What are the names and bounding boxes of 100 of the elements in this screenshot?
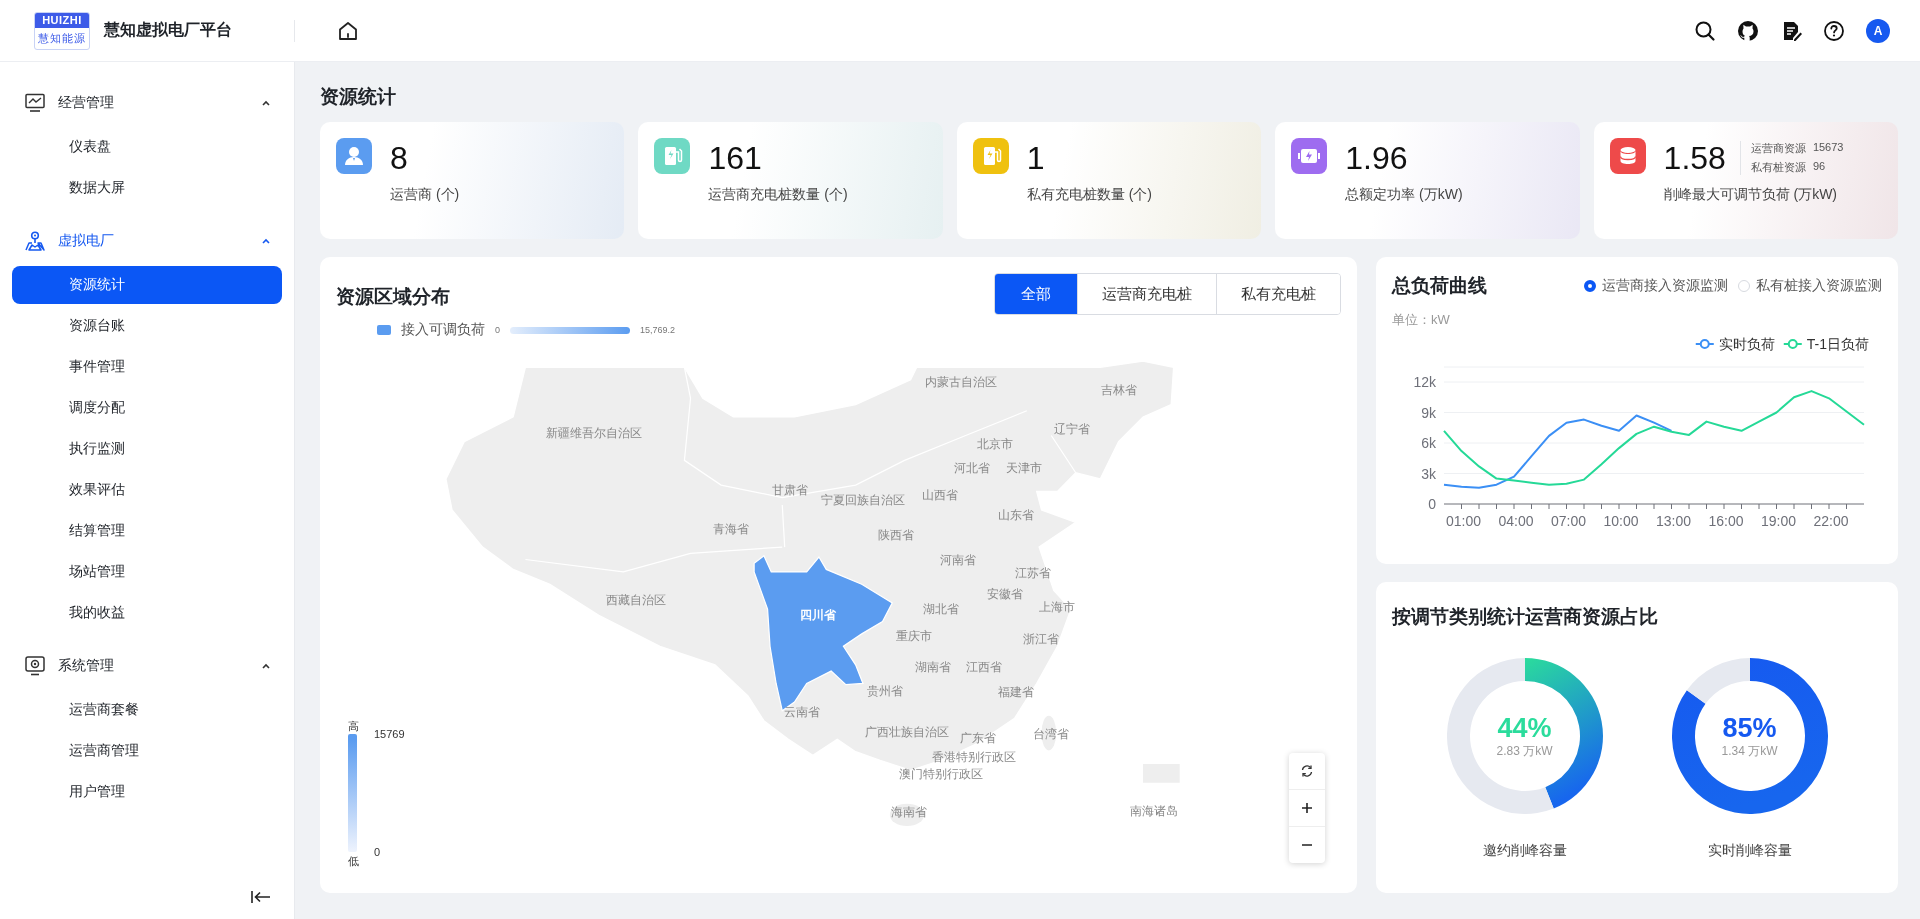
region-label: 云南省 — [783, 705, 820, 719]
region-label: 青海省 — [712, 521, 749, 536]
x-tick-label: 04:00 — [1498, 513, 1534, 529]
region-label: 河北省 — [953, 460, 990, 475]
amount-value: 2.83 万kW — [1496, 742, 1553, 760]
filter-tab[interactable]: 私有充电桩 — [1216, 274, 1340, 314]
percent-value: 44% — [1497, 712, 1552, 743]
scale-min: 0 — [374, 846, 382, 858]
y-tick-label: 3k — [1421, 465, 1436, 482]
menu-item[interactable]: 资源台账 — [12, 307, 282, 345]
menu-item[interactable]: 我的收益 — [12, 594, 282, 632]
scale-high-label: 高 — [348, 719, 360, 734]
menu-item[interactable]: 执行监测 — [12, 430, 282, 468]
legend-marker-icon — [1782, 339, 1803, 349]
avatar[interactable]: A — [1866, 18, 1890, 43]
menu-item[interactable]: 效果评估 — [12, 471, 282, 509]
gauge-label: 邀约削峰容量 — [1482, 842, 1567, 860]
legend-label: 实时负荷 — [1718, 336, 1775, 352]
app-title: 慧知虚拟电厂平台 — [104, 20, 232, 40]
radio[interactable] — [1584, 280, 1596, 292]
region-label: 天津市 — [1006, 460, 1043, 475]
scale-low-label: 低 — [348, 854, 360, 869]
region-label: 湖北省 — [923, 602, 960, 617]
y-tick-label: 6k — [1421, 435, 1436, 451]
region-label: 宁夏回族自治区 — [820, 493, 905, 507]
search-icon[interactable] — [1694, 19, 1716, 42]
stat-value: 8 — [390, 139, 408, 178]
filter-tab[interactable]: 全部 — [995, 274, 1077, 314]
x-tick-label: 07:00 — [1551, 513, 1586, 529]
cat-icon[interactable] — [1737, 19, 1759, 42]
region-label: 澳门特别行政区 — [899, 766, 984, 781]
stat-value: 1.58 — [1663, 139, 1726, 178]
legend-min: 0 — [495, 325, 500, 335]
region-label: 吉林省 — [1100, 382, 1137, 397]
settings-icon — [24, 655, 46, 677]
stat-label: 总额定功率 (万kW) — [1345, 186, 1463, 204]
home-icon[interactable] — [337, 19, 359, 42]
legend-marker-icon — [1694, 339, 1715, 349]
menu-item[interactable]: 运营商管理 — [12, 732, 282, 770]
map-pin-icon — [24, 230, 46, 252]
y-tick-label: 12k — [1413, 374, 1436, 390]
region-label: 江苏省 — [1014, 566, 1051, 581]
x-tick-label: 10:00 — [1603, 513, 1639, 529]
region-label: 山西省 — [922, 488, 958, 503]
legend-label: 接入可调负荷 — [401, 321, 485, 339]
detail-value: 15673 — [1812, 141, 1844, 155]
logo: HUIZHI 慧知能源 — [34, 11, 90, 50]
menu-item[interactable]: 结算管理 — [12, 512, 282, 550]
region-label: 台湾省 — [1033, 727, 1070, 742]
plus-icon — [1301, 802, 1313, 814]
menu-group[interactable]: 系统管理 — [0, 644, 294, 688]
menu-group[interactable]: 经营管理 — [0, 81, 294, 125]
page-title: 资源统计 — [320, 85, 397, 109]
stat-value: 1 — [1026, 139, 1045, 178]
help-icon[interactable] — [1823, 19, 1845, 42]
stat-value: 1.96 — [1345, 139, 1408, 178]
card-title: 总负荷曲线 — [1392, 274, 1487, 298]
menu-item[interactable]: 资源统计 — [12, 266, 282, 304]
menu-item[interactable]: 数据大屏 — [12, 169, 282, 207]
menu-group[interactable]: 虚拟电厂 — [0, 219, 294, 263]
region-label: 重庆市 — [896, 629, 933, 644]
scale-max: 15769 — [374, 728, 405, 740]
amount-value: 1.34 万kW — [1721, 742, 1778, 760]
percent-value: 85% — [1722, 712, 1777, 743]
menu-item[interactable]: 运营商套餐 — [12, 691, 282, 729]
menu-item[interactable]: 事件管理 — [12, 348, 282, 386]
region-label: 贵州省 — [866, 683, 903, 698]
region-label: 江西省 — [966, 660, 1002, 675]
x-tick-label: 13:00 — [1656, 513, 1691, 529]
legend-swatch — [377, 325, 391, 335]
unit-label: 单位：kW — [1392, 311, 1451, 329]
collapse-icon[interactable] — [250, 889, 272, 905]
stat-label: 运营商充电桩数量 (个) — [708, 186, 848, 204]
gauge-label: 实时削峰容量 — [1707, 842, 1792, 860]
region-label: 湖南省 — [914, 660, 951, 675]
region-label: 辽宁省 — [1054, 422, 1091, 437]
menu-item[interactable]: 仪表盘 — [12, 128, 282, 166]
x-tick-label: 22:00 — [1813, 513, 1849, 529]
menu-item[interactable]: 调度分配 — [12, 389, 282, 427]
y-tick-label: 0 — [1428, 496, 1436, 512]
region-label: 四川省 — [799, 608, 836, 623]
x-tick-label: 16:00 — [1708, 513, 1744, 529]
legend-label: T-1日负荷 — [1806, 336, 1869, 352]
region-label: 香港特别行政区 — [932, 749, 1017, 764]
region-label: 陕西省 — [877, 527, 914, 542]
region-label: 南海诸岛 — [1130, 804, 1178, 819]
region-label: 广东省 — [959, 731, 996, 745]
legend-max: 15,769.2 — [640, 325, 676, 335]
x-tick-label: 01:00 — [1446, 513, 1481, 529]
menu-item[interactable]: 用户管理 — [12, 773, 282, 811]
x-tick-label: 19:00 — [1761, 513, 1796, 529]
region-label: 上海市 — [1039, 599, 1076, 614]
region-label: 山东省 — [997, 507, 1034, 522]
menu-item[interactable]: 场站管理 — [12, 553, 282, 591]
refresh-icon — [1300, 764, 1314, 778]
card-title: 按调节类别统计运营商资源占比 — [1392, 605, 1659, 629]
region-label: 福建省 — [997, 685, 1034, 700]
region-label: 甘肃省 — [771, 483, 808, 498]
detail-label: 运营商资源 — [1750, 141, 1806, 156]
stat-label: 削峰最大可调节负荷 (万kW) — [1663, 186, 1839, 204]
